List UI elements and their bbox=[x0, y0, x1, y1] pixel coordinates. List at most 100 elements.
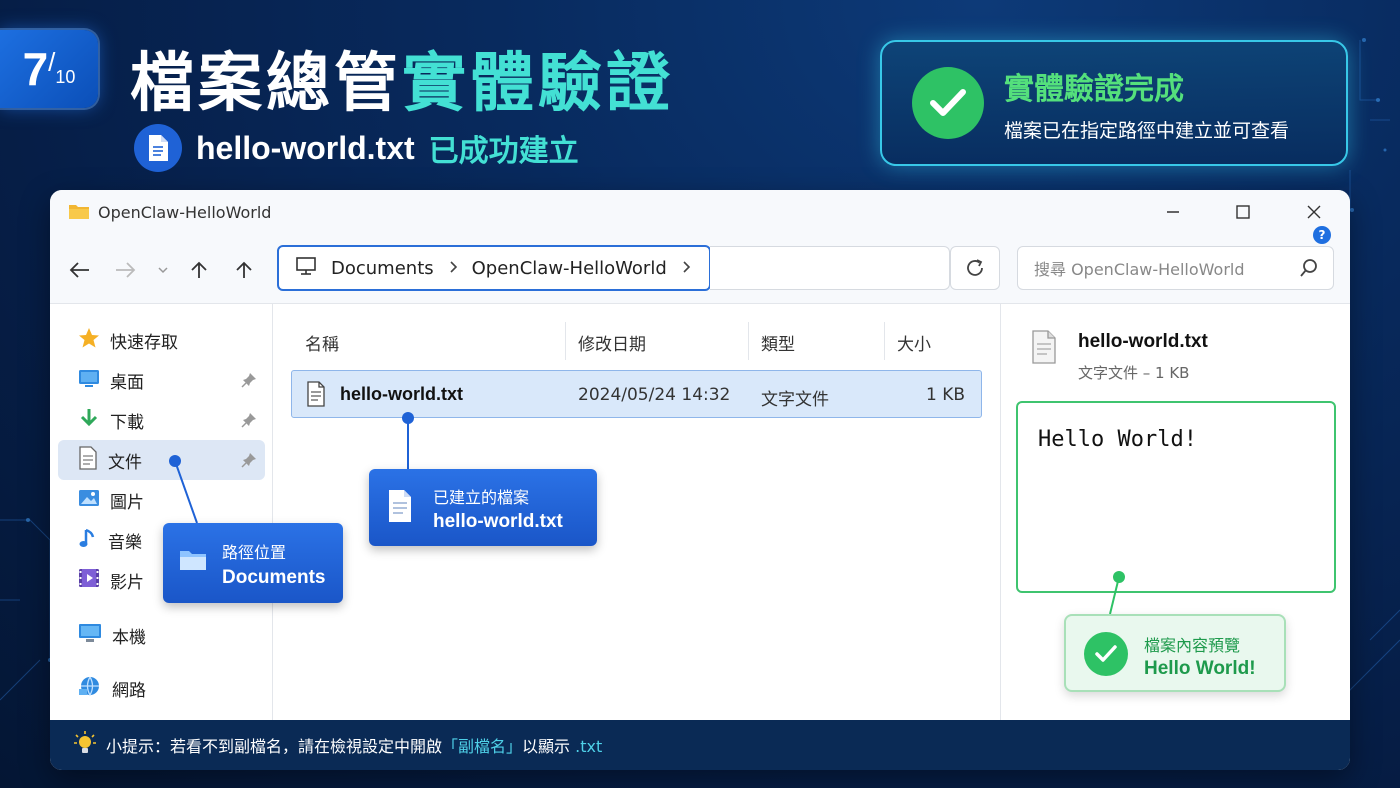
breadcrumb-documents[interactable]: Documents bbox=[331, 258, 434, 279]
column-divider[interactable] bbox=[884, 322, 885, 360]
address-bar[interactable]: Documents OpenClaw-HelloWorld bbox=[277, 245, 711, 291]
subtitle-filename: hello-world.txt bbox=[196, 129, 415, 166]
slide-slash: / bbox=[48, 46, 56, 77]
check-circle-icon bbox=[912, 67, 984, 139]
slide-total: 10 bbox=[55, 66, 76, 87]
sidebar-item-label: 桌面 bbox=[110, 372, 144, 393]
network-icon bbox=[78, 675, 102, 702]
callout-created-file: 已建立的檔案 hello-world.txt bbox=[369, 469, 597, 546]
slide-number-badge: 7 / 10 bbox=[0, 30, 98, 108]
sidebar-item-pictures[interactable]: 圖片 bbox=[58, 480, 265, 520]
slide-current: 7 bbox=[22, 43, 49, 95]
file-name: hello-world.txt bbox=[340, 384, 463, 404]
recent-locations-dropdown[interactable] bbox=[150, 258, 176, 282]
verification-complete-card: 實體驗證完成 檔案已在指定路徑中建立並可查看 bbox=[880, 40, 1348, 166]
download-icon bbox=[78, 407, 100, 434]
sidebar-item-label: 快速存取 bbox=[110, 332, 178, 353]
search-placeholder: 搜尋 OpenClaw-HelloWorld bbox=[1034, 260, 1245, 279]
sidebar-item-label: 本機 bbox=[112, 627, 146, 648]
file-type: 文字文件 bbox=[761, 390, 829, 410]
sidebar-item-label: 下載 bbox=[110, 412, 144, 433]
navigation-pane: 快速存取 桌面 下載 文件 圖片 音樂 影片 本機 網路 bbox=[50, 304, 273, 720]
callout-path-value: Documents bbox=[222, 567, 326, 588]
close-button[interactable] bbox=[1299, 200, 1329, 224]
callout-path-location: 路徑位置 Documents bbox=[163, 523, 343, 603]
sidebar-item-network[interactable]: 網路 bbox=[58, 668, 265, 708]
column-header-modified[interactable]: 修改日期 bbox=[578, 330, 646, 355]
search-input[interactable]: 搜尋 OpenClaw-HelloWorld bbox=[1017, 246, 1334, 290]
breadcrumb-chevron-icon bbox=[681, 258, 691, 279]
tip-highlight: 「副檔名」 bbox=[442, 737, 523, 756]
sidebar-item-label: 影片 bbox=[110, 572, 144, 593]
computer-icon bbox=[295, 256, 317, 281]
document-icon bbox=[134, 124, 182, 172]
pin-icon bbox=[241, 412, 257, 433]
star-icon bbox=[78, 327, 100, 354]
sidebar-item-label: 文件 bbox=[108, 452, 142, 473]
sidebar-item-label: 音樂 bbox=[108, 532, 142, 553]
text-file-icon bbox=[387, 489, 413, 527]
text-file-icon bbox=[306, 381, 326, 412]
file-modified: 2024/05/24 14:32 bbox=[578, 385, 731, 405]
breadcrumb-openclaw-helloworld[interactable]: OpenClaw-HelloWorld bbox=[472, 258, 667, 279]
subtitle-status: 已成功建立 bbox=[428, 134, 579, 169]
tip-bar: 小提示：若看不到副檔名，請在檢視設定中開啟「副檔名」以顯示 .txt bbox=[50, 720, 1350, 770]
table-row[interactable]: hello-world.txt 2024/05/24 14:32 文字文件 1 … bbox=[291, 370, 982, 418]
pictures-icon bbox=[78, 488, 100, 513]
preview-file-name: hello-world.txt bbox=[1078, 331, 1208, 352]
breadcrumb-chevron-icon bbox=[448, 258, 458, 279]
up-level-button[interactable] bbox=[231, 258, 257, 282]
sidebar-item-quick-access[interactable]: 快速存取 bbox=[58, 320, 265, 360]
up-button[interactable] bbox=[186, 258, 212, 282]
sidebar-item-downloads[interactable]: 下載 bbox=[58, 400, 265, 440]
lightbulb-icon bbox=[74, 731, 96, 759]
callout-file-value: hello-world.txt bbox=[433, 511, 563, 532]
tip-text-mid: 以顯示 bbox=[522, 737, 571, 756]
preview-file-meta: 文字文件 – 1 KB bbox=[1078, 364, 1190, 382]
pin-icon bbox=[241, 452, 257, 473]
sidebar-item-label: 圖片 bbox=[110, 492, 144, 513]
verify-subtitle: 檔案已在指定路徑中建立並可查看 bbox=[1004, 119, 1290, 142]
column-header-name[interactable]: 名稱 bbox=[305, 330, 339, 355]
title-accent: 實體驗證 bbox=[402, 47, 674, 121]
file-size: 1 KB bbox=[925, 385, 965, 405]
callout-preview-value: Hello World! bbox=[1144, 658, 1256, 679]
title-main: 檔案總管 bbox=[130, 47, 402, 121]
callout-preview-label: 檔案內容預覽 bbox=[1144, 636, 1241, 655]
help-button[interactable]: ? bbox=[1313, 226, 1331, 244]
minimize-button[interactable] bbox=[1158, 200, 1188, 224]
column-divider[interactable] bbox=[748, 322, 749, 360]
tip-extension: .txt bbox=[575, 737, 603, 756]
sidebar-item-desktop[interactable]: 桌面 bbox=[58, 360, 265, 400]
address-bar-empty-area[interactable] bbox=[710, 246, 950, 290]
folder-icon bbox=[179, 548, 207, 576]
maximize-button[interactable] bbox=[1228, 200, 1258, 224]
computer-icon bbox=[78, 622, 102, 649]
back-button[interactable] bbox=[67, 258, 93, 282]
desktop-icon bbox=[78, 368, 100, 393]
forward-button[interactable] bbox=[112, 258, 138, 282]
callout-content-preview: 檔案內容預覽 Hello World! bbox=[1064, 614, 1286, 692]
column-header-size[interactable]: 大小 bbox=[897, 330, 931, 355]
callout-path-label: 路徑位置 bbox=[222, 543, 287, 562]
music-icon bbox=[78, 527, 98, 554]
folder-icon bbox=[68, 202, 90, 224]
preview-content: Hello World! bbox=[1038, 427, 1197, 452]
check-circle-icon bbox=[1084, 632, 1128, 676]
refresh-button[interactable] bbox=[950, 246, 1000, 290]
preview-content-box: Hello World! bbox=[1016, 401, 1336, 593]
page-subtitle: hello-world.txt 已成功建立 bbox=[134, 124, 579, 172]
window-title: OpenClaw-HelloWorld bbox=[98, 203, 272, 222]
text-file-icon bbox=[1031, 330, 1057, 368]
video-icon bbox=[78, 568, 100, 593]
tip-text: 小提示：若看不到副檔名，請在檢視設定中開啟 bbox=[106, 737, 443, 756]
sidebar-item-documents[interactable]: 文件 bbox=[58, 440, 265, 480]
column-header-type[interactable]: 類型 bbox=[761, 330, 795, 355]
verify-title: 實體驗證完成 bbox=[1004, 71, 1184, 107]
sidebar-item-this-pc[interactable]: 本機 bbox=[58, 615, 265, 655]
navigation-toolbar: Documents OpenClaw-HelloWorld 搜尋 OpenCla… bbox=[50, 226, 1350, 304]
column-divider[interactable] bbox=[565, 322, 566, 360]
sidebar-item-label: 網路 bbox=[112, 680, 146, 701]
document-icon bbox=[78, 445, 98, 475]
page-title: 檔案總管實體驗證 bbox=[130, 32, 674, 124]
